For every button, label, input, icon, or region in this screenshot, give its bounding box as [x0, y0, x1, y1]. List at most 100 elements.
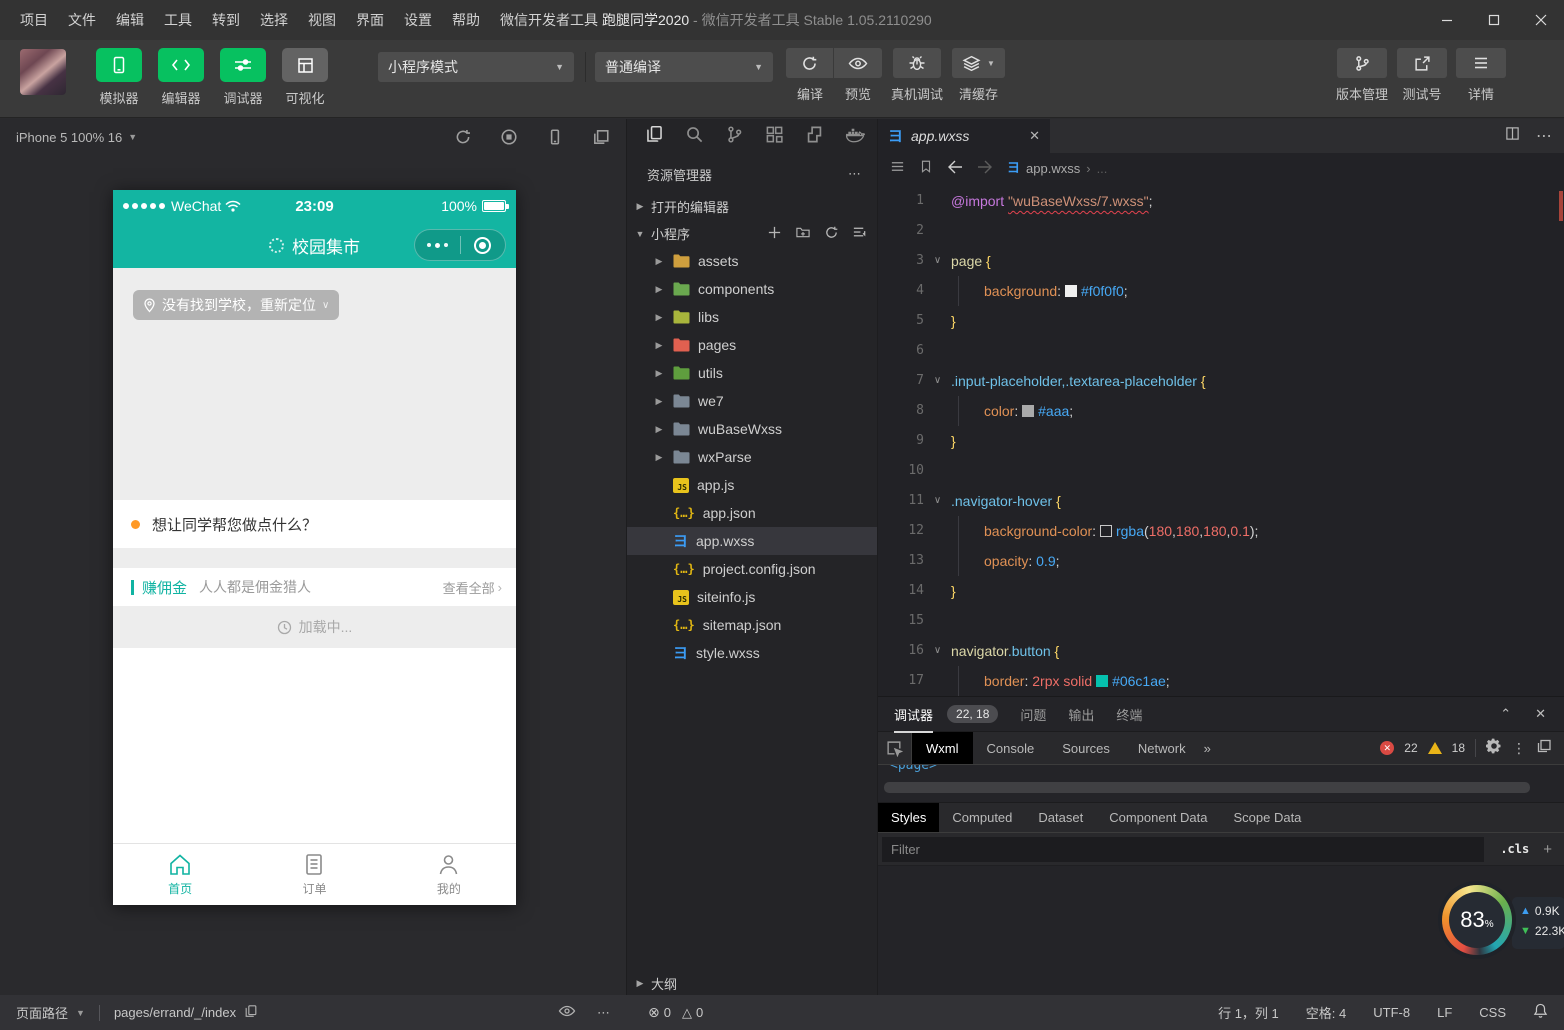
devtools-tab-Wxml[interactable]: Wxml: [912, 732, 973, 764]
collapse-all-icon[interactable]: [852, 225, 867, 243]
action-测试号[interactable]: 测试号: [1397, 48, 1447, 103]
action-编译[interactable]: [786, 48, 834, 78]
page-path-label[interactable]: 页面路径: [16, 1003, 68, 1022]
debugger-tab-输出[interactable]: 输出: [1068, 705, 1094, 724]
action-清缓存[interactable]: ▼清缓存: [952, 48, 1005, 103]
code-editor[interactable]: 1@import "wuBaseWxss/7.wxss";23∨page {4b…: [878, 183, 1564, 696]
minimize-button[interactable]: [1423, 0, 1470, 40]
panel-toggle-模拟器[interactable]: 模拟器: [88, 48, 150, 107]
styles-tab-Dataset[interactable]: Dataset: [1025, 803, 1096, 832]
more-actions-icon[interactable]: ⋯: [597, 1005, 612, 1021]
split-editor-icon[interactable]: [1505, 126, 1520, 146]
panel-toggle-编辑器[interactable]: 编辑器: [150, 48, 212, 107]
file-siteinfo.js[interactable]: JSsiteinfo.js: [627, 583, 877, 611]
compile-select[interactable]: 普通编译 ▼: [595, 52, 773, 82]
language-mode[interactable]: CSS: [1479, 1005, 1506, 1020]
copy-path-icon[interactable]: [244, 1004, 258, 1022]
maximize-button[interactable]: [1470, 0, 1517, 40]
panel-toggle-可视化[interactable]: 可视化: [274, 48, 336, 107]
files-icon[interactable]: [645, 125, 664, 149]
new-file-icon[interactable]: [767, 225, 782, 243]
styles-tab-Scope Data[interactable]: Scope Data: [1220, 803, 1314, 832]
folder-wuBaseWxss[interactable]: ▶wuBaseWxss: [627, 415, 877, 443]
fold-icon[interactable]: ∨: [924, 246, 951, 276]
ask-entry-row[interactable]: 想让同学帮您做点什么？: [113, 500, 516, 548]
rotate-device-icon[interactable]: [546, 128, 564, 146]
view-all-link[interactable]: 查看全部: [443, 578, 495, 597]
page-path-value[interactable]: pages/errand/_/index: [114, 1005, 236, 1020]
editor-scrollbar[interactable]: [1550, 183, 1564, 696]
snippets-icon[interactable]: [805, 125, 824, 149]
menu-item-项目[interactable]: 项目: [10, 0, 58, 40]
debugger-tab-问题[interactable]: 问题: [1020, 705, 1046, 724]
outline-section[interactable]: ▶ 大纲: [627, 971, 877, 995]
multi-window-icon[interactable]: [592, 128, 610, 146]
cls-toggle[interactable]: .cls: [1500, 842, 1529, 856]
folder-components[interactable]: ▶components: [627, 275, 877, 303]
refresh-tree-icon[interactable]: [824, 225, 839, 243]
file-app.js[interactable]: JSapp.js: [627, 471, 877, 499]
fold-icon[interactable]: ∨: [924, 636, 951, 666]
warning-count[interactable]: 18: [1452, 741, 1465, 755]
fold-icon[interactable]: ∨: [924, 366, 951, 396]
action-版本管理[interactable]: 版本管理: [1336, 48, 1388, 103]
location-picker-pill[interactable]: 没有找到学校，重新定位 ∨: [133, 290, 339, 320]
breadcrumb-file[interactable]: ヨ app.wxss › ...: [1007, 161, 1107, 176]
encoding[interactable]: UTF-8: [1373, 1005, 1410, 1020]
action-预览[interactable]: [834, 48, 882, 78]
styles-tab-Component Data[interactable]: Component Data: [1096, 803, 1220, 832]
forward-icon[interactable]: [977, 160, 993, 177]
menu-item-文件[interactable]: 文件: [58, 0, 106, 40]
devtools-tab-Network[interactable]: Network: [1124, 732, 1200, 764]
menu-item-设置[interactable]: 设置: [394, 0, 442, 40]
file-project.config.json[interactable]: {…}project.config.json: [627, 555, 877, 583]
settings-gear-icon[interactable]: [1486, 738, 1502, 759]
open-editors-section[interactable]: ▶ 打开的编辑器: [627, 193, 877, 220]
editor-tab-app-wxss[interactable]: ヨ app.wxss ✕: [878, 119, 1050, 153]
phone-tab-订单[interactable]: 订单: [247, 844, 381, 905]
phone-tab-首页[interactable]: 首页: [113, 844, 247, 905]
kebab-menu-icon[interactable]: ⋮: [1512, 740, 1526, 757]
folder-pages[interactable]: ▶pages: [627, 331, 877, 359]
menu-item-转到[interactable]: 转到: [202, 0, 250, 40]
extensions-icon[interactable]: [765, 125, 784, 149]
refresh-icon[interactable]: [454, 128, 472, 146]
debugger-tab-调试器[interactable]: 调试器: [894, 705, 933, 724]
fold-icon[interactable]: ∨: [924, 486, 951, 516]
action-真机调试[interactable]: 真机调试: [891, 48, 943, 103]
debugger-tab-终端[interactable]: 终端: [1116, 705, 1142, 724]
collapse-panel-icon[interactable]: ⌃: [1500, 706, 1511, 722]
stop-icon[interactable]: [500, 128, 518, 146]
bookmark-icon[interactable]: [919, 159, 933, 177]
file-style.wxss[interactable]: ヨstyle.wxss: [627, 639, 877, 667]
indentation[interactable]: 空格: 4: [1306, 1003, 1346, 1022]
more-menu-button[interactable]: [415, 243, 460, 248]
file-app.wxss[interactable]: ヨapp.wxss: [627, 527, 877, 555]
horizontal-scrollbar[interactable]: [884, 782, 1530, 793]
performance-gauge[interactable]: 83 %: [1442, 885, 1512, 955]
undock-icon[interactable]: [1536, 738, 1552, 759]
more-actions-icon[interactable]: ⋯: [848, 166, 863, 182]
menu-item-选择[interactable]: 选择: [250, 0, 298, 40]
styles-tab-Computed[interactable]: Computed: [939, 803, 1025, 832]
close-button[interactable]: [1517, 0, 1564, 40]
exit-miniprogram-button[interactable]: [461, 237, 506, 254]
more-actions-icon[interactable]: ⋯: [1536, 126, 1552, 146]
eye-icon[interactable]: [558, 1004, 576, 1021]
cursor-position[interactable]: 行 1，列 1: [1218, 1003, 1279, 1022]
inspect-element-icon[interactable]: [878, 732, 912, 764]
docker-icon[interactable]: [845, 125, 865, 149]
source-control-icon[interactable]: [725, 125, 744, 149]
new-folder-icon[interactable]: [795, 225, 811, 243]
devtools-tab-Console[interactable]: Console: [973, 732, 1049, 764]
folder-libs[interactable]: ▶libs: [627, 303, 877, 331]
more-tabs-icon[interactable]: »: [1204, 741, 1211, 756]
device-selector[interactable]: iPhone 5 100% 16: [16, 130, 122, 145]
file-app.json[interactable]: {…}app.json: [627, 499, 877, 527]
close-tab-icon[interactable]: ✕: [1029, 128, 1040, 144]
menu-item-界面[interactable]: 界面: [346, 0, 394, 40]
menu-item-工具[interactable]: 工具: [154, 0, 202, 40]
menu-item-编辑[interactable]: 编辑: [106, 0, 154, 40]
menu-item-帮助[interactable]: 帮助: [442, 0, 490, 40]
back-icon[interactable]: [947, 160, 963, 177]
